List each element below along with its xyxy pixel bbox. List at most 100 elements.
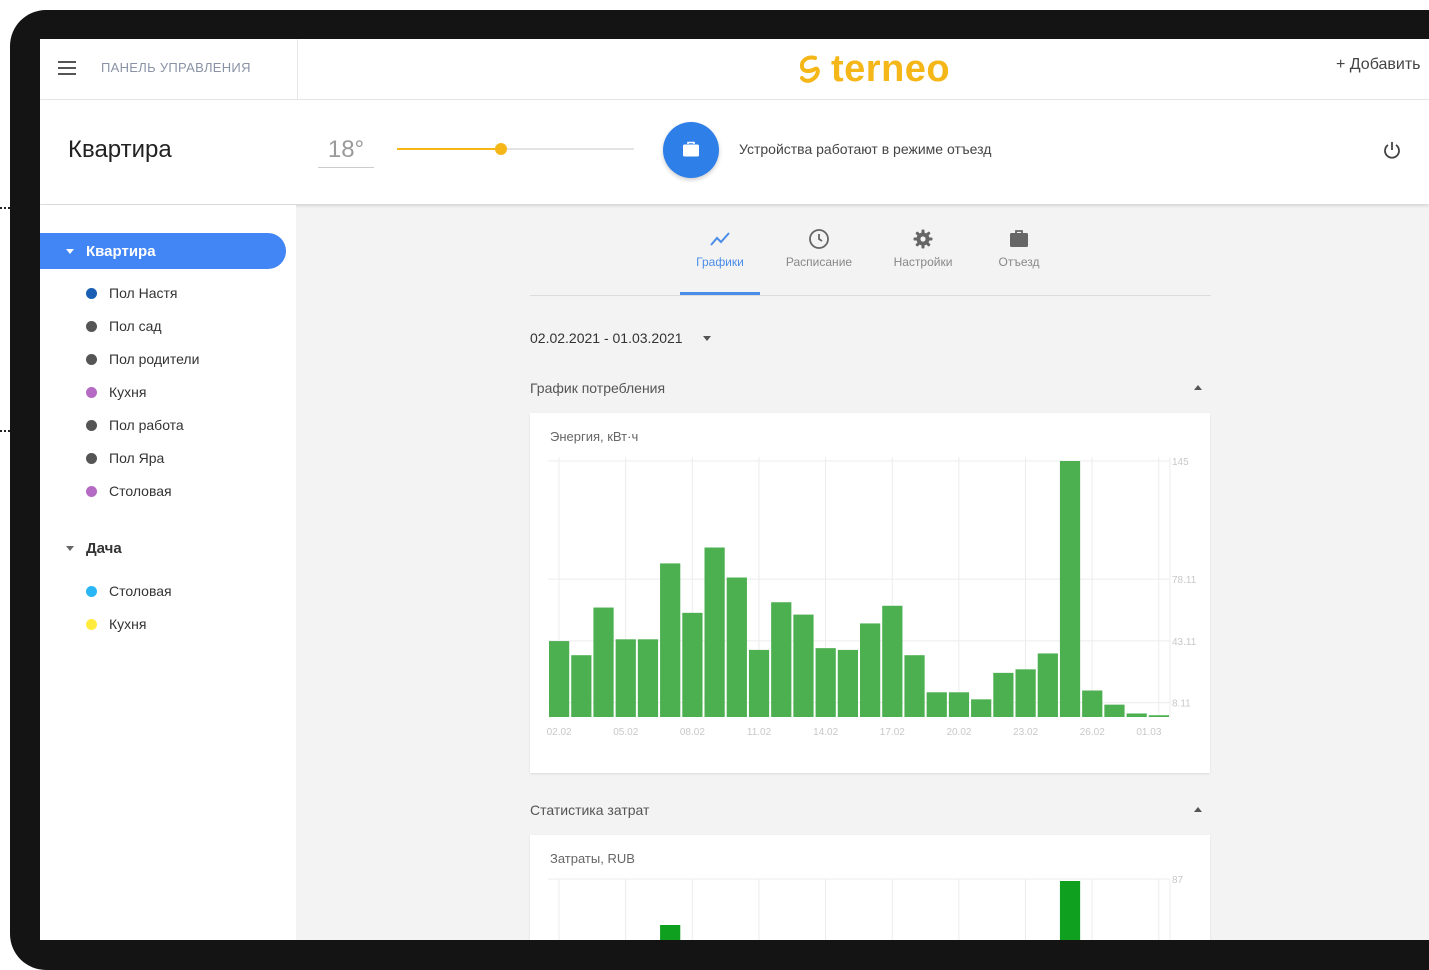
x-tick-label: 02.02 [547,727,572,738]
sidebar-item-pol-nastya[interactable]: Пол Настя [86,281,178,305]
y-tick-label: 145 [1172,457,1189,468]
status-dot [86,618,97,630]
bar [1037,653,1058,717]
bar [748,649,770,717]
group-label: Дача [86,539,122,557]
annotation-dots [0,207,10,209]
bar [837,649,858,717]
consumption-chart: 145 78.11 43.11 8.11 02.02 05.02 08.02 11.02 14.… [547,457,1197,738]
sidebar: Квартира Пол Настя Пол сад Пол родители … [40,205,296,940]
bar [1059,461,1081,717]
bar [726,577,747,717]
sidebar-group-dacha[interactable]: Дача [40,530,122,566]
device-label: Кухня [109,384,147,400]
chevron-down-icon [702,335,711,341]
group-label: Квартира [86,242,156,260]
x-tick-label: 17.02 [880,727,905,738]
tab-underline [680,292,760,295]
x-tick-label: 01.03 [1136,727,1161,738]
bar [615,639,636,717]
x-tick-label: 11.02 [747,727,772,738]
sidebar-item-pol-roditeli[interactable]: Пол родители [86,347,199,371]
x-tick-label: 23.02 [1013,727,1038,738]
bar [971,699,992,717]
collapse-costs-icon[interactable] [1194,807,1202,812]
slider-fill [397,148,502,150]
app-screen: ПАНЕЛЬ УПРАВЛЕНИЯ terneo + Добавить Квар… [40,39,1429,940]
consumption-chart-card: Энергия, кВт·ч 145 78.11 43.11 8.11 02.02 05.… [530,413,1210,773]
chevron-down-icon [66,248,74,254]
annotation-dots [0,430,10,432]
device-label: Столовая [109,483,172,499]
briefcase-icon [683,141,699,157]
device-label: Пол родители [109,351,200,367]
costs-section-title: Статистика затрат [530,802,650,818]
sidebar-item-dacha-kuhnya[interactable]: Кухня [86,612,146,636]
tab-schedule[interactable]: Расписание [778,225,860,295]
device-label: Столовая [109,583,172,599]
tab-charts[interactable]: Графики [680,225,760,295]
tab-label: Графики [696,255,744,269]
slider-knob[interactable] [495,143,508,155]
add-button[interactable]: + Добавить [1336,56,1421,74]
bar [682,612,703,717]
bar [1104,704,1125,717]
sidebar-item-pol-yara[interactable]: Пол Яра [86,446,164,470]
sidebar-item-kuhnya[interactable]: Кухня [86,380,146,404]
sidebar-item-dacha-stolovaya[interactable]: Столовая [86,579,172,603]
bar [1015,669,1036,717]
logo-text: terneo [831,47,951,90]
top-bar-left: ПАНЕЛЬ УПРАВЛЕНИЯ [40,39,298,99]
bar [1148,715,1169,717]
date-range-select[interactable]: 02.02.2021 - 01.03.2021 [530,330,711,346]
bar [1126,713,1147,717]
sidebar-item-pol-rabota[interactable]: Пол работа [86,413,184,437]
costs-chart: 87 [548,875,1184,940]
x-tick-label: 20.02 [946,727,971,738]
status-dot [86,452,97,464]
power-icon [1384,142,1400,159]
bar [660,563,681,717]
chart-line-icon [710,232,730,246]
status-dot [86,287,97,299]
status-dot [86,585,97,597]
sidebar-item-stolovaya[interactable]: Столовая [86,479,172,503]
y-tick-label: 87 [1172,875,1184,886]
away-mode-button[interactable] [663,122,719,178]
collapse-consumption-icon[interactable] [1194,385,1202,390]
menu-icon[interactable] [58,61,76,75]
sidebar-item-pol-sad[interactable]: Пол сад [86,314,162,338]
device-label: Пол Яра [109,450,165,466]
tab-label: Настройки [893,255,953,269]
x-tick-label: 14.02 [813,727,838,738]
status-dot [86,353,97,365]
bar [1059,881,1081,940]
bar [860,623,881,717]
tab-away[interactable]: Отъезд [982,225,1056,295]
device-label: Кухня [109,616,147,632]
y-tick-label: 43.11 [1172,637,1197,648]
temperature-value[interactable]: 18° [318,136,374,168]
logo-icon [799,55,820,83]
chevron-down-icon [66,545,74,551]
bar [904,655,925,717]
bar [948,692,970,717]
top-bar: ПАНЕЛЬ УПРАВЛЕНИЯ terneo + Добавить [40,39,1429,100]
tab-label: Расписание [785,255,853,269]
y-tick-label: 78.11 [1172,575,1197,586]
status-dot [86,320,97,332]
gear-icon [913,229,933,249]
tab-settings[interactable]: Настройки [882,225,964,295]
consumption-section-title: График потребления [530,380,666,396]
sidebar-group-kvartira[interactable]: Квартира [40,233,286,269]
home-header: Квартира 18° Устройства работают в режим… [40,100,1429,204]
mode-status-text: Устройства работают в режиме отъезд [739,141,992,157]
status-dot [86,485,97,497]
device-label: Пол сад [109,318,162,334]
temperature-slider[interactable] [397,143,634,155]
power-button[interactable] [1382,140,1402,165]
bar [704,547,725,717]
device-label: Пол работа [109,417,184,433]
x-tick-label: 08.02 [680,727,705,738]
bar [549,641,570,717]
